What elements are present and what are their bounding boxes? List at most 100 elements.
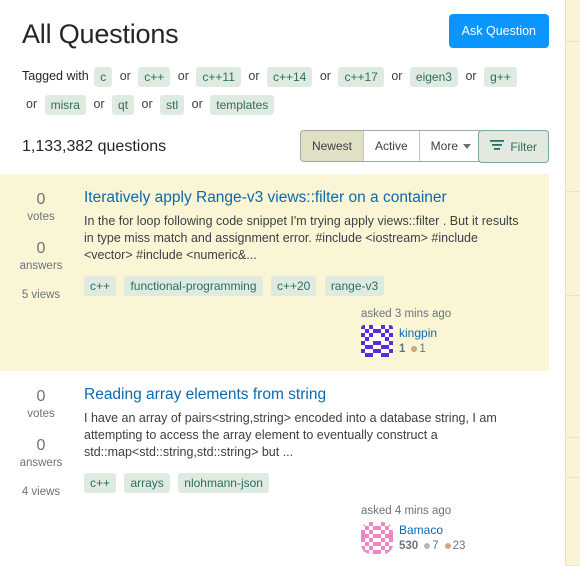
votes-count: 0 xyxy=(36,191,46,208)
question-title-link[interactable]: Iteratively apply Range-v3 views::filter… xyxy=(84,188,529,208)
questions-page: All Questions Ask Question Tagged with c… xyxy=(0,0,580,566)
question-meta: asked 3 mins ago kingpin 1 1 xyxy=(84,306,529,357)
views-count: 5 views xyxy=(21,289,61,301)
question-tag[interactable]: c++20 xyxy=(270,275,317,296)
sort-button-group: Newest Active More xyxy=(299,130,483,162)
bronze-badge-count: 1 xyxy=(419,343,426,355)
question-tag[interactable]: c++ xyxy=(84,472,117,493)
or-separator: or xyxy=(93,97,105,111)
question-summary: Reading array elements from string I hav… xyxy=(72,385,533,554)
bronze-badge-icon xyxy=(411,346,418,352)
bronze-badge-icon xyxy=(444,543,451,549)
silver-badge-group: 7 xyxy=(424,538,439,554)
question-tag[interactable]: functional-programming xyxy=(124,275,263,296)
rail-segment xyxy=(566,296,580,438)
tag-stl[interactable]: stl xyxy=(160,94,185,115)
asked-timestamp: asked 4 mins ago xyxy=(361,505,452,517)
sort-tab-newest[interactable]: Newest xyxy=(300,131,364,161)
user-card: asked 3 mins ago kingpin 1 1 xyxy=(361,306,529,357)
question-tag[interactable]: arrays xyxy=(124,472,170,493)
votes-label: votes xyxy=(27,408,55,420)
user-reputation-line: 1 1 xyxy=(399,341,437,357)
tag-misra[interactable]: misra xyxy=(44,94,86,115)
question-excerpt: In the for loop following code snippet I… xyxy=(84,214,519,262)
filter-button[interactable]: Filter xyxy=(478,130,549,163)
tag-qt[interactable]: qt xyxy=(112,94,135,115)
tagged-with-label: Tagged with xyxy=(22,69,89,83)
sort-tab-more-label: More xyxy=(430,139,458,153)
sort-tab-active[interactable]: Active xyxy=(363,131,420,161)
asked-timestamp: asked 3 mins ago xyxy=(361,308,452,320)
filter-icon xyxy=(490,139,505,154)
or-separator: or xyxy=(177,69,189,83)
question-stats: 0 votes 0 answers 5 views xyxy=(10,188,72,357)
answers-count: 0 xyxy=(36,437,46,454)
main-content-column: All Questions Ask Question Tagged with c… xyxy=(0,0,549,566)
answers-block: 0 answers xyxy=(10,436,72,471)
tag-cpp11[interactable]: c++11 xyxy=(196,66,241,87)
bronze-badge-group: 1 xyxy=(411,341,426,357)
question-tag-list: c++ arrays nlohmann-json xyxy=(84,471,529,495)
question-tag[interactable]: nlohmann-json xyxy=(178,472,269,493)
answers-label: answers xyxy=(19,260,63,272)
tag-eigen3[interactable]: eigen3 xyxy=(409,66,458,87)
tag-cpp17[interactable]: c++17 xyxy=(338,66,384,87)
question-title-link[interactable]: Reading array elements from string xyxy=(84,385,529,405)
question-list: 0 votes 0 answers 5 views Iteratively ap… xyxy=(0,174,549,566)
question-meta: asked 4 mins ago Bamaco 530 7 23 xyxy=(84,503,529,554)
rail-segment xyxy=(566,438,580,478)
question-stats: 0 votes 0 answers 4 views xyxy=(10,385,72,554)
user-row: Bamaco 530 7 23 xyxy=(361,522,529,554)
reputation-score: 530 xyxy=(399,540,419,552)
tagged-with-row: Tagged with c or c++ or c++11 or c++14 o… xyxy=(0,62,549,118)
votes-block: 0 votes xyxy=(10,190,72,225)
tag-c[interactable]: c xyxy=(94,66,113,87)
question-count: 1,133,382 questions xyxy=(22,138,167,155)
or-separator: or xyxy=(319,69,331,83)
avatar[interactable] xyxy=(361,522,393,554)
question-excerpt: I have an array of pairs<string,string> … xyxy=(84,411,497,459)
question-summary: Iteratively apply Range-v3 views::filter… xyxy=(72,188,533,357)
views-count: 4 views xyxy=(21,486,61,498)
rail-segment xyxy=(566,478,580,566)
filter-button-label: Filter xyxy=(510,139,537,154)
page-header: All Questions Ask Question xyxy=(0,0,549,62)
chevron-down-icon xyxy=(463,144,471,150)
question-tag-list: c++ functional-programming c++20 range-v… xyxy=(84,274,529,298)
user-card: asked 4 mins ago Bamaco 530 7 23 xyxy=(361,503,529,554)
right-sidebar-cutoff xyxy=(565,0,580,566)
sort-tab-more[interactable]: More xyxy=(419,131,482,161)
bronze-badge-count: 23 xyxy=(452,540,466,552)
question-tag[interactable]: range-v3 xyxy=(324,275,385,296)
or-separator: or xyxy=(191,97,203,111)
votes-block: 0 votes xyxy=(10,387,72,422)
answers-block: 0 answers xyxy=(10,239,72,274)
question-row[interactable]: 0 votes 0 answers 4 views Reading array … xyxy=(0,371,549,566)
tag-cpp14[interactable]: c++14 xyxy=(266,66,313,87)
user-row: kingpin 1 1 xyxy=(361,325,529,357)
answers-label: answers xyxy=(19,457,63,469)
user-reputation-line: 530 7 23 xyxy=(399,538,465,554)
question-row[interactable]: 0 votes 0 answers 5 views Iteratively ap… xyxy=(0,174,549,371)
or-separator: or xyxy=(119,69,131,83)
or-separator: or xyxy=(248,69,260,83)
silver-badge-icon xyxy=(424,543,431,549)
user-name-link[interactable]: kingpin xyxy=(399,326,437,341)
answers-count: 0 xyxy=(36,240,46,257)
user-info: Bamaco 530 7 23 xyxy=(399,522,465,554)
or-separator: or xyxy=(26,97,38,111)
avatar[interactable] xyxy=(361,325,393,357)
question-tag[interactable]: c++ xyxy=(84,275,117,296)
user-info: kingpin 1 1 xyxy=(399,325,437,357)
bronze-badge-group: 23 xyxy=(444,538,466,554)
user-name-link[interactable]: Bamaco xyxy=(399,523,465,538)
tag-gpp[interactable]: g++ xyxy=(484,66,517,87)
tag-cpp[interactable]: c++ xyxy=(138,66,171,87)
rail-segment xyxy=(566,42,580,192)
tag-templates[interactable]: templates xyxy=(210,94,275,115)
or-separator: or xyxy=(391,69,403,83)
rail-segment xyxy=(566,192,580,296)
reputation-score: 1 xyxy=(399,343,406,355)
or-separator: or xyxy=(465,69,477,83)
ask-question-button[interactable]: Ask Question xyxy=(448,14,549,48)
